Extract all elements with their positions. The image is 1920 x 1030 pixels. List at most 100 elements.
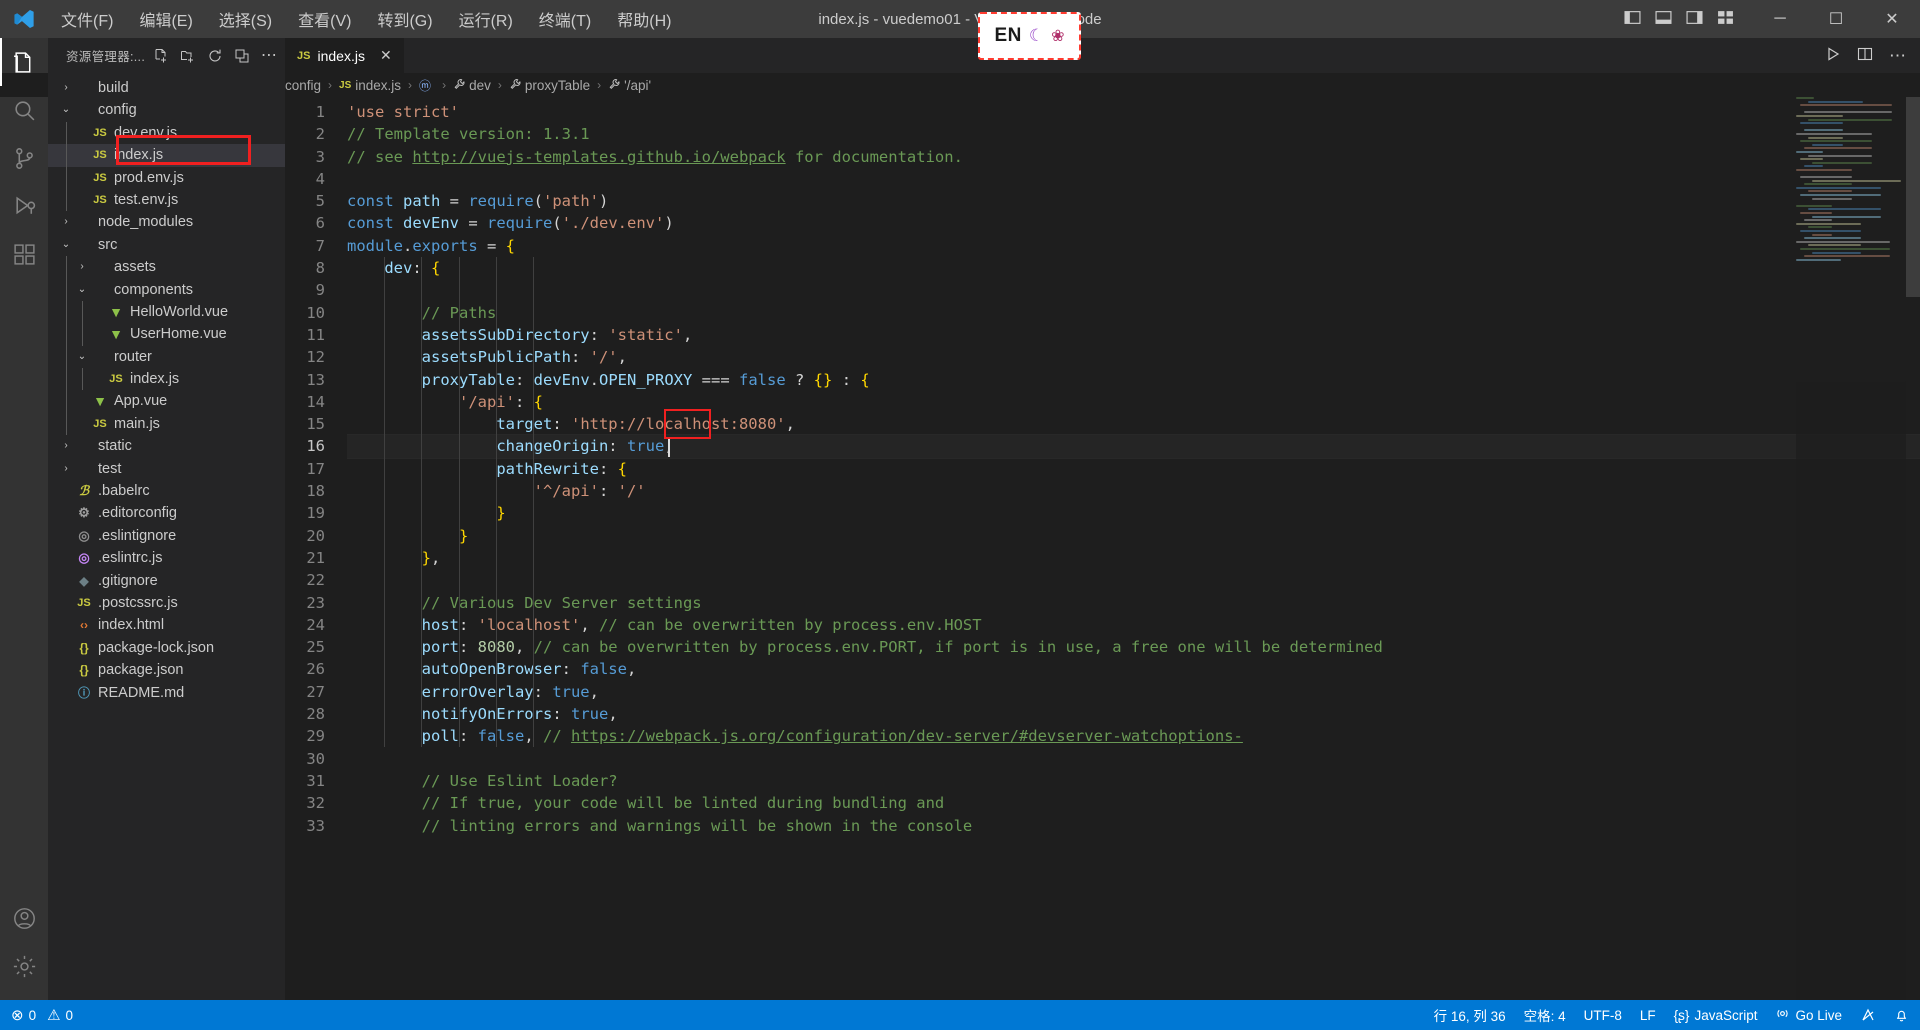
tree-item-index.html[interactable]: ‹› index.html [48, 614, 285, 636]
code-line-20[interactable]: } [347, 525, 1920, 547]
breadcrumb-item-3[interactable]: dev [453, 78, 491, 93]
code-line-23[interactable]: // Various Dev Server settings [347, 592, 1920, 614]
collapse-all-icon[interactable] [234, 48, 250, 64]
tree-item-.eslintrc.js[interactable]: ◎ .eslintrc.js [48, 547, 285, 569]
tree-item-index.js[interactable]: JS index.js [48, 144, 285, 167]
cursor-position[interactable]: 行 16, 列 36 [1425, 1000, 1515, 1030]
toggle-primary-sidebar-icon[interactable] [1624, 9, 1641, 30]
remote-window[interactable] [1851, 1000, 1885, 1030]
menu-select[interactable]: 选择(S) [206, 3, 285, 35]
breadcrumb[interactable]: config › JS index.js › ⓜ › dev › proxyTable › '/api… [0, 73, 1920, 97]
new-folder-icon[interactable] [180, 48, 196, 64]
encoding[interactable]: UTF-8 [1575, 1000, 1631, 1030]
code-line-5[interactable]: const path = require('path') [347, 190, 1920, 212]
code-line-28[interactable]: notifyOnErrors: true, [347, 703, 1920, 725]
tab-index-js[interactable]: JS index.js ✕ [285, 38, 405, 73]
activity-source-control-icon[interactable] [0, 134, 48, 182]
code-line-8[interactable]: dev: { [347, 257, 1920, 279]
tree-item-package-lock.json[interactable]: {} package-lock.json [48, 637, 285, 659]
tree-item-prod.env.js[interactable]: JS prod.env.js [48, 166, 285, 189]
run-file-icon[interactable] [1825, 46, 1841, 66]
menu-bar[interactable]: 文件(F) 编辑(E) 选择(S) 查看(V) 转到(G) 运行(R) 终端(T… [48, 3, 684, 35]
menu-run[interactable]: 运行(R) [446, 3, 526, 35]
tree-item-.postcssrc.js[interactable]: JS .postcssrc.js [48, 592, 285, 614]
activity-search-icon[interactable] [0, 86, 48, 134]
code-line-9[interactable] [347, 279, 1920, 301]
breadcrumb-item-4[interactable]: proxyTable [509, 78, 590, 93]
refresh-icon[interactable] [207, 48, 223, 64]
toggle-secondary-sidebar-icon[interactable] [1686, 9, 1703, 30]
code-line-11[interactable]: assetsSubDirectory: 'static', [347, 324, 1920, 346]
code-line-27[interactable]: errorOverlay: true, [347, 681, 1920, 703]
tree-item-app.vue[interactable]: ▼ App.vue [48, 390, 285, 413]
end-of-line[interactable]: LF [1631, 1000, 1665, 1030]
tab-close-icon[interactable]: ✕ [380, 47, 392, 64]
tree-item-config[interactable]: ⌄ config [48, 99, 285, 121]
toggle-panel-icon[interactable] [1655, 9, 1672, 30]
breadcrumb-item-2[interactable]: ⓜ [419, 77, 435, 94]
tree-item-test[interactable]: › test [48, 458, 285, 480]
menu-view[interactable]: 查看(V) [285, 3, 364, 35]
tree-item-src[interactable]: ⌄ src [48, 234, 285, 256]
code-line-12[interactable]: assetsPublicPath: '/', [347, 346, 1920, 368]
code-line-17[interactable]: pathRewrite: { [347, 458, 1920, 480]
menu-file[interactable]: 文件(F) [48, 3, 126, 35]
tree-item-node_modules[interactable]: › node_modules [48, 211, 285, 233]
menu-go[interactable]: 转到(G) [364, 3, 445, 35]
code-line-18[interactable]: '^/api': '/' [347, 480, 1920, 502]
minimize-button[interactable]: ─ [1752, 0, 1808, 38]
code-line-30[interactable] [347, 748, 1920, 770]
activity-explorer-icon[interactable] [0, 38, 48, 86]
code-line-15[interactable]: target: 'http://localhost:8080', [347, 413, 1920, 435]
code-line-29[interactable]: poll: false, // https://webpack.js.org/c… [347, 725, 1920, 747]
code-line-32[interactable]: // If true, your code will be linted dur… [347, 792, 1920, 814]
tree-item-.gitignore[interactable]: ◆ .gitignore [48, 570, 285, 592]
tree-item-build[interactable]: › build [48, 77, 285, 99]
menu-edit[interactable]: 编辑(E) [126, 3, 205, 35]
code-line-10[interactable]: // Paths [347, 302, 1920, 324]
problems-status[interactable]: ⊗ 0 ⚠ 0 [2, 1000, 82, 1030]
notifications-bell-icon[interactable] [1885, 1000, 1918, 1030]
activity-run-debug-icon[interactable] [0, 182, 48, 230]
breadcrumb-item-0[interactable]: config [285, 78, 321, 93]
editor-more-actions-icon[interactable]: ⋯ [1889, 47, 1906, 64]
code-content[interactable]: 'use strict'// Template version: 1.3.1//… [347, 97, 1920, 1000]
file-tree[interactable]: › build ⌄ config JS dev.env.js JS index.js JS pro… [48, 73, 285, 1000]
menu-help[interactable]: 帮助(H) [604, 3, 684, 35]
scrollbar-thumb[interactable] [1906, 97, 1920, 297]
language-mode[interactable]: {ʂ} JavaScript [1665, 1000, 1767, 1030]
activity-extensions-icon[interactable] [0, 230, 48, 278]
tree-item-.babelrc[interactable]: ℬ .babelrc [48, 480, 285, 502]
code-line-14[interactable]: '/api': { [347, 391, 1920, 413]
breadcrumb-item-1[interactable]: JS index.js [339, 78, 401, 93]
accounts-icon[interactable] [0, 894, 48, 942]
ime-language-badge[interactable]: EN ☾ ❀ [978, 12, 1081, 60]
code-line-22[interactable] [347, 569, 1920, 591]
code-line-3[interactable]: // see http://vuejs-templates.github.io/… [347, 146, 1920, 168]
code-line-31[interactable]: // Use Eslint Loader? [347, 770, 1920, 792]
close-button[interactable]: ✕ [1864, 0, 1920, 38]
tree-item-.eslintignore[interactable]: ◎ .eslintignore [48, 525, 285, 547]
tree-item-test.env.js[interactable]: JS test.env.js [48, 188, 285, 212]
menu-terminal[interactable]: 终端(T) [526, 3, 604, 35]
tree-item-static[interactable]: › static [48, 435, 285, 457]
code-line-21[interactable]: }, [347, 547, 1920, 569]
tree-item-components[interactable]: ⌄ components [48, 278, 285, 301]
code-line-26[interactable]: autoOpenBrowser: false, [347, 658, 1920, 680]
code-line-16[interactable]: changeOrigin: true, [347, 434, 1920, 459]
code-line-7[interactable]: module.exports = { [347, 235, 1920, 257]
customize-layout-icon[interactable] [1717, 9, 1734, 30]
tree-item-index.js[interactable]: JS index.js [48, 368, 285, 391]
code-line-25[interactable]: port: 8080, // can be overwritten by pro… [347, 636, 1920, 658]
code-line-33[interactable]: // linting errors and warnings will be s… [347, 815, 1920, 837]
editor-scrollbar[interactable] [1906, 97, 1920, 1000]
tree-item-readme.md[interactable]: ⓘ README.md [48, 682, 285, 704]
tree-item-assets[interactable]: › assets [48, 256, 285, 279]
code-line-6[interactable]: const devEnv = require('./dev.env') [347, 212, 1920, 234]
breadcrumb-item-5[interactable]: '/api' [608, 78, 651, 93]
maximize-button[interactable]: ☐ [1808, 0, 1864, 38]
more-actions-icon[interactable]: ⋯ [261, 47, 277, 64]
tree-item-dev.env.js[interactable]: JS dev.env.js [48, 121, 285, 145]
split-editor-icon[interactable] [1857, 46, 1873, 66]
code-line-24[interactable]: host: 'localhost', // can be overwritten… [347, 614, 1920, 636]
